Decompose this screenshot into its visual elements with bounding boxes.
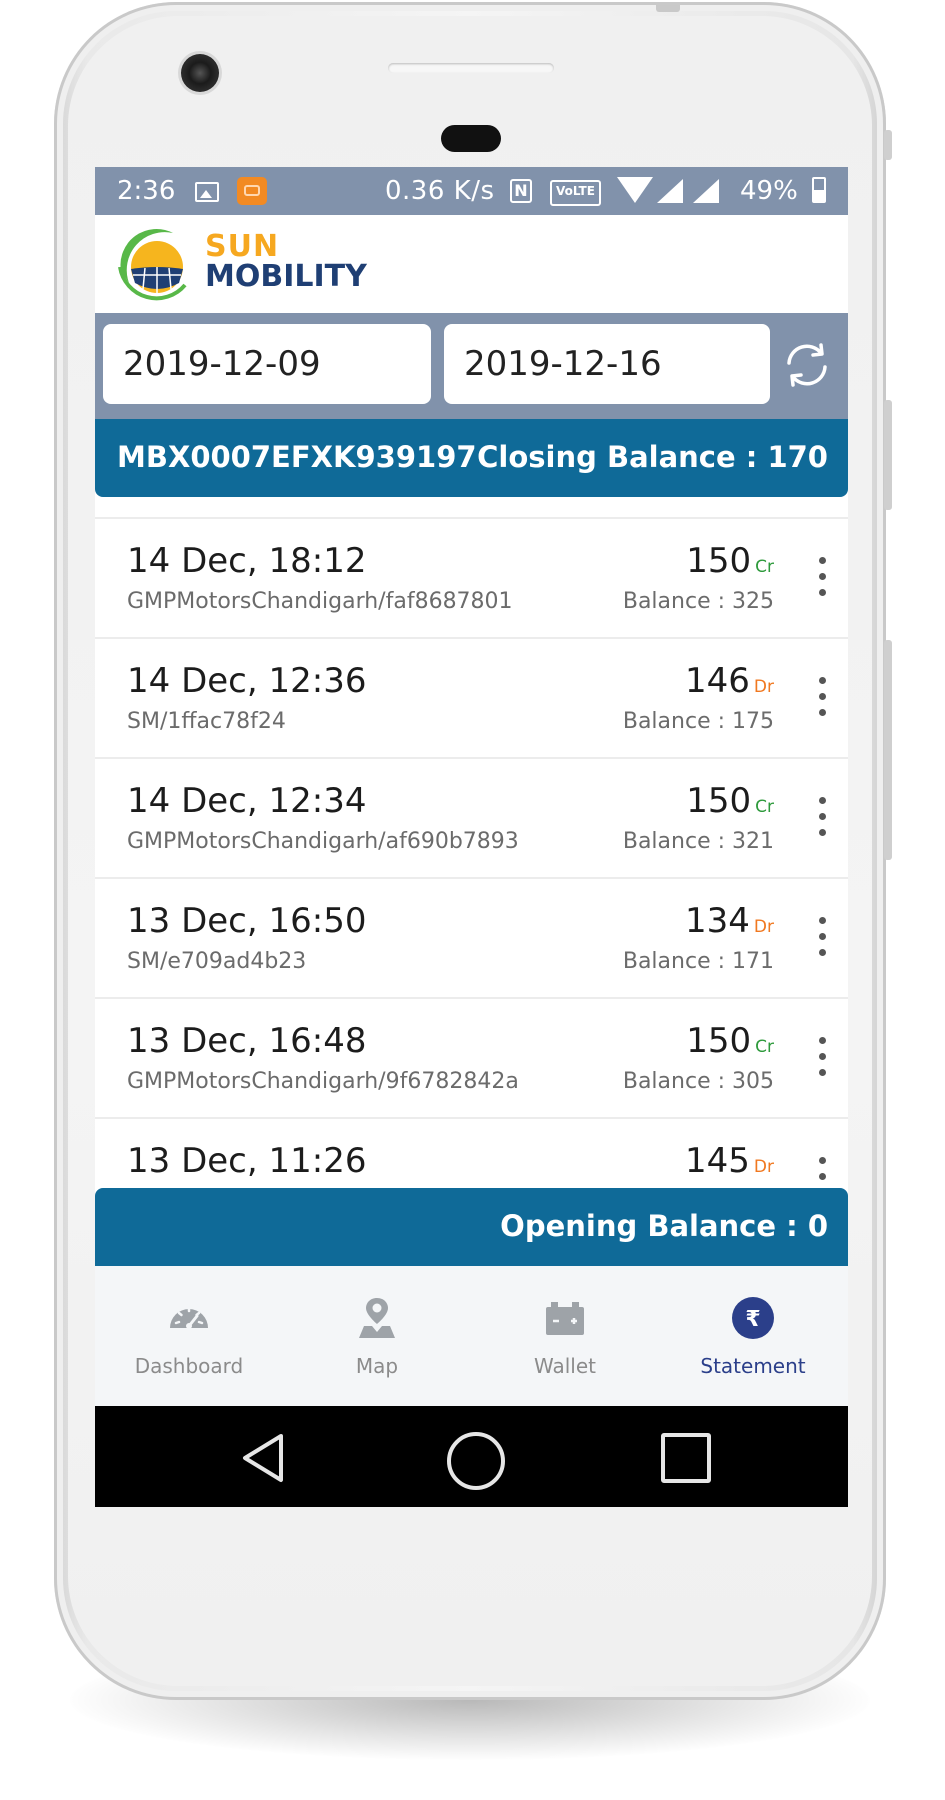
network-speed: 0.36 K/s xyxy=(385,176,495,206)
transaction-amount: 150 xyxy=(686,1021,752,1061)
front-camera xyxy=(181,54,219,92)
logo-text-mobility: MOBILITY xyxy=(205,259,367,294)
more-options-icon[interactable] xyxy=(810,793,834,843)
status-bar: 2:36 0.36 K/s N VoLTE 49% xyxy=(95,167,848,215)
from-date-input[interactable] xyxy=(103,324,431,404)
opening-balance: Opening Balance : 0 xyxy=(500,1209,828,1243)
transaction-amount: 134 xyxy=(685,901,750,941)
home-icon[interactable] xyxy=(447,1432,505,1490)
app-notification-icon xyxy=(237,177,267,205)
credit-badge: Cr xyxy=(755,557,774,577)
bottom-navigation: Dashboard Map Wallet ₹ Statement xyxy=(95,1266,848,1406)
back-icon[interactable] xyxy=(237,1430,293,1486)
transaction-reference: SM/1ffac78f24 xyxy=(127,709,286,734)
credit-badge: Cr xyxy=(755,1037,774,1057)
sun-mobility-logo-icon xyxy=(117,227,193,303)
transaction-datetime: 13 Dec, 16:48 xyxy=(127,1021,367,1061)
transaction-balance: Balance : 321 xyxy=(622,829,774,854)
more-options-icon[interactable] xyxy=(810,673,834,723)
transaction-balance: Balance : 175 xyxy=(622,709,774,734)
transaction-balance: Balance : 325 xyxy=(622,589,774,614)
closing-balance: Closing Balance : 170 xyxy=(477,440,828,474)
account-id: MBX0007EFXK939197 xyxy=(117,440,477,474)
battery-percent: 49% xyxy=(740,176,798,206)
debit-badge: Dr xyxy=(753,677,774,697)
transaction-row[interactable]: 14 Dec, 12:36 SM/1ffac78f24 146 Dr Balanc… xyxy=(95,639,848,759)
transaction-datetime: 14 Dec, 12:36 xyxy=(127,661,367,701)
credit-badge: Cr xyxy=(755,797,774,817)
map-pin-icon xyxy=(359,1298,395,1338)
transaction-reference: GMPMotorsChandigarh/faf8687801 xyxy=(127,589,513,614)
battery-icon xyxy=(812,177,826,203)
transaction-row[interactable]: 14 Dec, 12:34 GMPMotorsChandigarh/af690b… xyxy=(95,759,848,879)
volume-button xyxy=(884,400,892,510)
transaction-amount: 150 xyxy=(686,781,752,821)
speaker-grille xyxy=(388,63,554,73)
svg-text:₹: ₹ xyxy=(745,1307,760,1332)
nav-label: Map xyxy=(355,1354,399,1378)
app-header: SUN MOBILITY xyxy=(95,215,848,313)
rupee-icon: ₹ xyxy=(732,1297,774,1339)
to-date-input[interactable] xyxy=(444,324,770,404)
speedometer-icon xyxy=(170,1306,208,1329)
volte-icon: VoLTE xyxy=(550,180,601,206)
more-options-icon[interactable] xyxy=(810,1033,834,1083)
date-filter-bar xyxy=(95,313,848,419)
transaction-datetime: 13 Dec, 11:26 xyxy=(127,1141,367,1181)
transaction-row[interactable]: 13 Dec, 11:26 145 Dr xyxy=(95,1119,848,1195)
refresh-icon[interactable] xyxy=(781,339,833,391)
nav-map[interactable]: Map xyxy=(283,1266,471,1406)
more-options-icon[interactable] xyxy=(810,913,834,963)
image-notification-icon xyxy=(195,182,219,202)
transaction-reference: SM/e709ad4b23 xyxy=(127,949,307,974)
status-time: 2:36 xyxy=(117,176,176,206)
recent-apps-icon[interactable] xyxy=(661,1433,711,1483)
transaction-row[interactable]: 13 Dec, 16:48 GMPMotorsChandigarh/9f6782… xyxy=(95,999,848,1119)
transaction-balance: Balance : 305 xyxy=(622,1069,774,1094)
transaction-amount: 145 xyxy=(685,1141,750,1181)
transaction-datetime: 13 Dec, 16:50 xyxy=(127,901,367,941)
nfc-icon: N xyxy=(510,179,532,203)
transaction-reference: GMPMotorsChandigarh/9f6782842a xyxy=(127,1069,519,1094)
debit-badge: Dr xyxy=(753,1157,774,1177)
app-screen: 2:36 0.36 K/s N VoLTE 49% SUN MOBILITY 2… xyxy=(95,167,848,1507)
transaction-row[interactable]: 13 Dec, 16:50 SM/e709ad4b23 134 Dr Balanc… xyxy=(95,879,848,999)
nav-label: Wallet xyxy=(533,1354,596,1378)
signal-roaming-icon xyxy=(693,179,719,203)
transaction-row[interactable]: 14 Dec, 18:12 GMPMotorsChandigarh/faf868… xyxy=(95,517,848,639)
transaction-amount: 150 xyxy=(686,541,752,581)
account-summary-bar: MBX0007EFXK939197 Closing Balance : 170 xyxy=(95,419,848,497)
battery-wallet-icon xyxy=(546,1302,584,1335)
debit-badge: Dr xyxy=(753,917,774,937)
android-navigation-bar xyxy=(95,1406,848,1507)
more-options-icon[interactable] xyxy=(810,553,834,603)
wifi-icon xyxy=(617,177,653,203)
top-button xyxy=(656,2,680,12)
power-button xyxy=(884,640,892,860)
transaction-amount: 146 xyxy=(685,661,750,701)
transaction-reference: GMPMotorsChandigarh/af690b7893 xyxy=(127,829,519,854)
transaction-datetime: 14 Dec, 12:34 xyxy=(127,781,367,821)
nav-wallet[interactable]: Wallet xyxy=(471,1266,659,1406)
transaction-datetime: 14 Dec, 18:12 xyxy=(127,541,367,581)
signal-icon xyxy=(657,179,683,203)
transaction-balance: Balance : 171 xyxy=(622,949,774,974)
earpiece xyxy=(441,125,501,152)
nav-dashboard[interactable]: Dashboard xyxy=(95,1266,283,1406)
nav-label: Dashboard xyxy=(134,1354,244,1378)
side-button-top xyxy=(884,130,892,160)
nav-label: Statement xyxy=(700,1354,806,1378)
nav-statement[interactable]: ₹ Statement xyxy=(659,1266,847,1406)
transaction-list: 14 Dec, 18:12 GMPMotorsChandigarh/faf868… xyxy=(95,517,848,1195)
opening-balance-bar: Opening Balance : 0 xyxy=(95,1188,848,1266)
